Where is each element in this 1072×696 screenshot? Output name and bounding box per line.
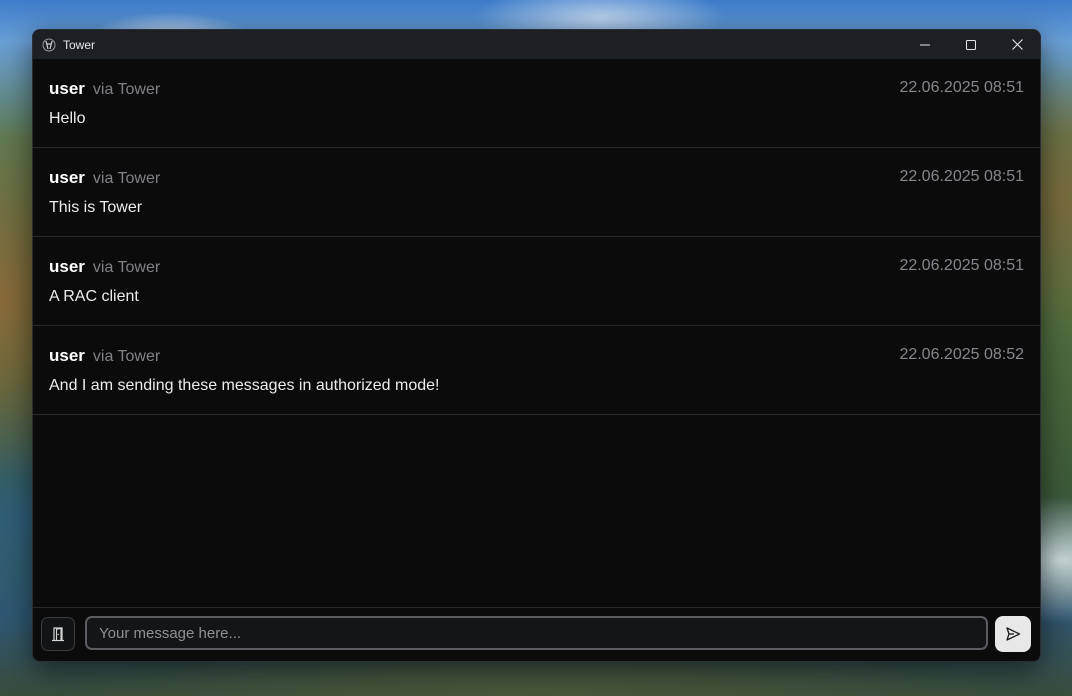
- minimize-button[interactable]: [902, 30, 948, 59]
- message-item: user via Tower 22.06.2025 08:51 This is T…: [33, 148, 1040, 237]
- logout-button[interactable]: [41, 617, 75, 651]
- close-button[interactable]: [994, 30, 1040, 59]
- message-author: user: [49, 168, 85, 187]
- message-source: via Tower: [92, 81, 161, 98]
- app-window: Tower user via Tower 22.06.2025 08:51 He…: [32, 29, 1041, 662]
- minimize-icon: [920, 44, 930, 45]
- message-author: user: [49, 79, 85, 98]
- message-header: user via Tower: [49, 257, 160, 277]
- message-source: via Tower: [92, 259, 161, 276]
- message-text: A RAC client: [49, 288, 139, 305]
- message-header: user via Tower: [49, 168, 160, 188]
- message-author: user: [49, 257, 85, 276]
- message-input[interactable]: [85, 616, 988, 650]
- message-header: user via Tower: [49, 79, 160, 99]
- window-title: Tower: [63, 37, 96, 52]
- send-icon: [1006, 627, 1021, 641]
- window-controls: [902, 30, 1040, 59]
- tower-logo-icon: [41, 37, 57, 53]
- maximize-button[interactable]: [948, 30, 994, 59]
- door-icon: [52, 627, 64, 642]
- message-author: user: [49, 346, 85, 365]
- message-item: user via Tower 22.06.2025 08:52 And I am …: [33, 326, 1040, 415]
- message-text: Hello: [49, 110, 86, 127]
- message-text: And I am sending these messages in autho…: [49, 377, 440, 394]
- message-source: via Tower: [92, 170, 161, 187]
- message-item: user via Tower 22.06.2025 08:51 A RAC cli…: [33, 237, 1040, 326]
- message-text: This is Tower: [49, 199, 143, 216]
- message-timestamp: 22.06.2025 08:51: [899, 79, 1024, 96]
- message-timestamp: 22.06.2025 08:51: [899, 257, 1024, 274]
- message-header: user via Tower: [49, 346, 160, 366]
- message-source: via Tower: [92, 348, 161, 365]
- title-bar[interactable]: Tower: [33, 30, 1040, 59]
- message-item: user via Tower 22.06.2025 08:51 Hello: [33, 59, 1040, 148]
- close-icon: [1011, 39, 1023, 50]
- message-timestamp: 22.06.2025 08:51: [899, 168, 1024, 185]
- maximize-icon: [966, 39, 976, 50]
- message-composer: [33, 607, 1040, 661]
- send-button[interactable]: [995, 616, 1031, 652]
- message-timestamp: 22.06.2025 08:52: [899, 346, 1024, 363]
- message-list[interactable]: user via Tower 22.06.2025 08:51 Hello use…: [33, 59, 1040, 608]
